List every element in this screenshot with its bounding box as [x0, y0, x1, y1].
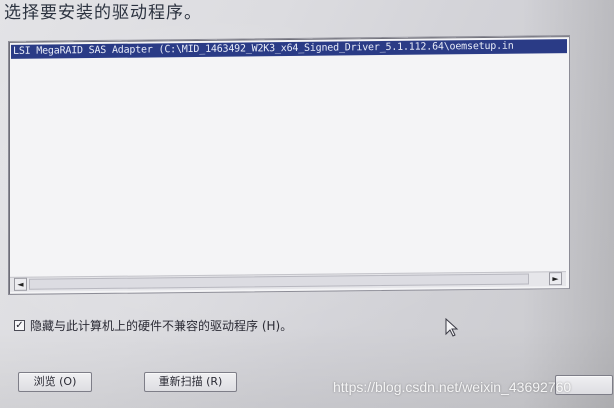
hide-incompatible-label[interactable]: 隐藏与此计算机上的硬件不兼容的驱动程序 (H)。 [30, 317, 292, 334]
scrollbar-thumb[interactable] [29, 273, 529, 290]
hide-incompatible-option[interactable]: ✓ 隐藏与此计算机上的硬件不兼容的驱动程序 (H)。 [14, 317, 292, 333]
browse-button[interactable]: 浏览 (O) [18, 372, 92, 392]
driver-listbox[interactable]: LSI MegaRAID SAS Adapter (C:\MID_1463492… [8, 35, 570, 295]
scroll-left-icon[interactable]: ◄ [14, 277, 27, 291]
mouse-pointer-icon [445, 318, 459, 337]
list-item[interactable]: LSI MegaRAID SAS Adapter (C:\MID_1463492… [11, 39, 567, 59]
watermark: https://blog.csdn.net/weixin_43692760 [333, 379, 572, 395]
rescan-button[interactable]: 重新扫描 (R) [144, 372, 237, 392]
page-title: 选择要安装的驱动程序。 [4, 3, 202, 23]
scroll-right-icon[interactable]: ► [549, 272, 562, 286]
horizontal-scrollbar[interactable]: ◄ ► [10, 271, 566, 292]
hide-incompatible-checkbox[interactable]: ✓ [14, 319, 25, 331]
